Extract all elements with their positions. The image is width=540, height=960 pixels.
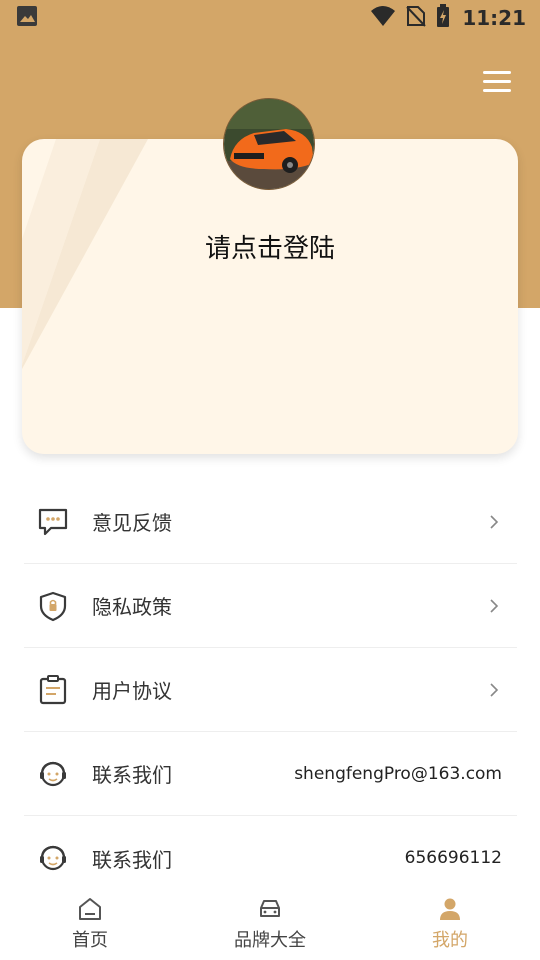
contact-email-value: shengfengPro@163.com [294, 763, 502, 784]
settings-menu-list: 意见反馈 隐私政策 用户协议 联系我们 shengfengPro@163.com [24, 480, 517, 900]
customer-service-icon [36, 841, 70, 875]
hamburger-menu-button[interactable] [482, 66, 512, 96]
menu-row-feedback[interactable]: 意见反馈 [24, 480, 517, 564]
menu-label-feedback: 意见反馈 [92, 511, 172, 535]
car-icon [257, 896, 283, 922]
home-icon [77, 896, 103, 922]
agreement-icon [36, 673, 70, 707]
avatar[interactable] [223, 98, 315, 190]
menu-label-agreement: 用户协议 [92, 679, 172, 703]
chevron-right-icon [489, 596, 501, 616]
tab-label-home: 首页 [72, 930, 108, 951]
menu-label-contact: 联系我们 [92, 847, 172, 872]
tab-label-brands: 品牌大全 [234, 930, 306, 951]
chevron-right-icon [489, 512, 501, 532]
status-bar: 11:21 [0, 0, 540, 36]
tab-home[interactable]: 首页 [0, 888, 180, 960]
chevron-right-icon [489, 680, 501, 700]
battery-charging-icon [436, 4, 450, 32]
gallery-notification-icon [16, 5, 38, 31]
no-sim-icon [406, 5, 427, 31]
privacy-shield-icon [36, 589, 70, 623]
tab-mine[interactable]: 我的 [360, 888, 540, 960]
wifi-icon [370, 5, 396, 31]
tab-label-mine: 我的 [432, 930, 468, 951]
bottom-tab-bar: 首页 品牌大全 我的 [0, 888, 540, 960]
hamburger-icon [483, 71, 511, 92]
menu-row-privacy[interactable]: 隐私政策 [24, 564, 517, 648]
tab-brands[interactable]: 品牌大全 [180, 888, 360, 960]
feedback-icon [36, 505, 70, 539]
menu-label-contact: 联系我们 [92, 763, 172, 787]
login-prompt[interactable]: 请点击登陆 [0, 228, 540, 265]
contact-phone-value: 656696112 [404, 848, 502, 868]
user-icon [437, 896, 463, 922]
menu-row-contact-email[interactable]: 联系我们 shengfengPro@163.com [24, 732, 517, 816]
status-time: 11:21 [462, 6, 526, 30]
customer-service-icon [36, 757, 70, 791]
menu-label-privacy: 隐私政策 [92, 595, 172, 619]
menu-row-agreement[interactable]: 用户协议 [24, 648, 517, 732]
